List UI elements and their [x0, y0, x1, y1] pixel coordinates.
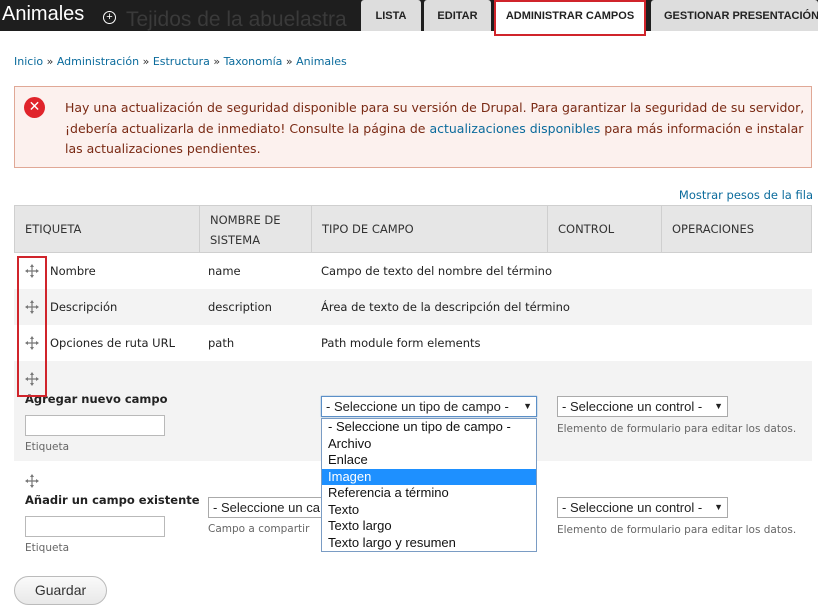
dropdown-option[interactable]: Referencia a término: [322, 485, 536, 502]
message-text: Hay una actualización de seguridad dispo…: [65, 98, 805, 160]
tab-editar[interactable]: EDITAR: [424, 0, 491, 31]
existing-field-select[interactable]: - Seleccione un ca: [208, 497, 328, 518]
row-label: Nombre: [50, 264, 96, 278]
show-row-weights-link[interactable]: Mostrar pesos de la fila: [679, 188, 813, 202]
breadcrumb-inicio[interactable]: Inicio: [14, 55, 43, 68]
dropdown-option[interactable]: Archivo: [322, 436, 536, 453]
chevron-down-icon: ▼: [523, 401, 532, 411]
row-machine-name: name: [208, 264, 241, 278]
new-widget-select-value: - Seleccione un control -: [562, 399, 703, 414]
dropdown-option[interactable]: Enlace: [322, 452, 536, 469]
field-type-select[interactable]: - Seleccione un tipo de campo - ▼: [321, 396, 537, 417]
breadcrumb-administracion[interactable]: Administración: [57, 55, 139, 68]
col-nombre-sistema: NOMBRE DE SISTEMA: [200, 206, 312, 252]
existing-field-desc: Campo a compartir: [208, 523, 310, 535]
row-field-type: Campo de texto del nombre del término: [321, 264, 553, 278]
drag-handle-icon[interactable]: [25, 474, 39, 488]
error-icon: ✕: [24, 97, 45, 118]
table-row: Opciones de ruta URL path Path module fo…: [14, 325, 812, 361]
col-control: CONTROL: [548, 206, 662, 252]
dropdown-option[interactable]: Texto: [322, 502, 536, 519]
dropdown-option[interactable]: - Seleccione un tipo de campo -: [322, 419, 536, 436]
dropdown-option[interactable]: Texto largo y resumen: [322, 535, 536, 552]
existing-widget-select[interactable]: - Seleccione un control - ▼: [557, 497, 728, 518]
existing-widget-select-value: - Seleccione un control -: [562, 500, 703, 515]
new-field-label-caption: Etiqueta: [25, 441, 69, 453]
page-title: Animales: [2, 3, 85, 25]
breadcrumb: Inicio » Administración » Estructura » T…: [14, 55, 347, 68]
row-label: Descripción: [50, 300, 118, 314]
row-machine-name: description: [208, 300, 272, 314]
new-field-label-input[interactable]: [25, 415, 165, 436]
dropdown-option[interactable]: Texto largo: [322, 518, 536, 535]
breadcrumb-taxonomia[interactable]: Taxonomía: [224, 55, 283, 68]
breadcrumb-animales[interactable]: Animales: [296, 55, 347, 68]
site-background-title: Tejidos de la abuelastra: [126, 8, 347, 31]
breadcrumb-estructura[interactable]: Estructura: [153, 55, 210, 68]
fields-table-header: ETIQUETA NOMBRE DE SISTEMA TIPO DE CAMPO…: [14, 205, 812, 253]
col-etiqueta: ETIQUETA: [15, 206, 200, 252]
row-field-type: Área de texto de la descripción del térm…: [321, 300, 570, 314]
breadcrumb-separator: »: [282, 55, 297, 68]
table-row: Descripción description Área de texto de…: [14, 289, 812, 325]
add-shortcut-icon[interactable]: +: [103, 11, 116, 24]
row-label: Opciones de ruta URL: [50, 336, 175, 350]
row-field-type: Path module form elements: [321, 336, 481, 350]
existing-field-select-value: - Seleccione un ca: [213, 500, 320, 515]
security-update-message: ✕ Hay una actualización de seguridad dis…: [14, 86, 812, 168]
chevron-down-icon: ▼: [714, 401, 723, 411]
existing-widget-desc: Elemento de formulario para editar los d…: [557, 524, 797, 536]
save-button[interactable]: Guardar: [14, 576, 107, 605]
breadcrumb-separator: »: [139, 55, 153, 68]
table-row: Nombre name Campo de texto del nombre de…: [14, 253, 812, 289]
field-type-select-value: - Seleccione un tipo de campo -: [326, 399, 509, 414]
available-updates-link[interactable]: actualizaciones disponibles: [429, 121, 600, 136]
highlight-active-tab: [494, 0, 646, 36]
new-widget-desc: Elemento de formulario para editar los d…: [557, 423, 797, 435]
new-widget-select[interactable]: - Seleccione un control - ▼: [557, 396, 728, 417]
dropdown-option-highlighted[interactable]: Imagen: [322, 468, 536, 485]
tab-gestionar-presentacion[interactable]: GESTIONAR PRESENTACIÓN: [651, 0, 818, 31]
row-machine-name: path: [208, 336, 235, 350]
col-operaciones: OPERACIONES: [672, 222, 755, 236]
existing-field-label-caption: Etiqueta: [25, 542, 69, 554]
highlight-drag-handles: [17, 256, 47, 397]
chevron-down-icon: ▼: [714, 502, 723, 512]
field-type-dropdown-list[interactable]: - Seleccione un tipo de campo - Archivo …: [321, 418, 537, 552]
col-tipo-campo: TIPO DE CAMPO: [312, 206, 548, 252]
breadcrumb-separator: »: [43, 55, 57, 68]
add-existing-field-heading: Añadir un campo existente: [25, 493, 200, 507]
existing-field-label-input[interactable]: [25, 516, 165, 537]
tab-lista[interactable]: LISTA: [361, 0, 421, 31]
breadcrumb-separator: »: [209, 55, 224, 68]
